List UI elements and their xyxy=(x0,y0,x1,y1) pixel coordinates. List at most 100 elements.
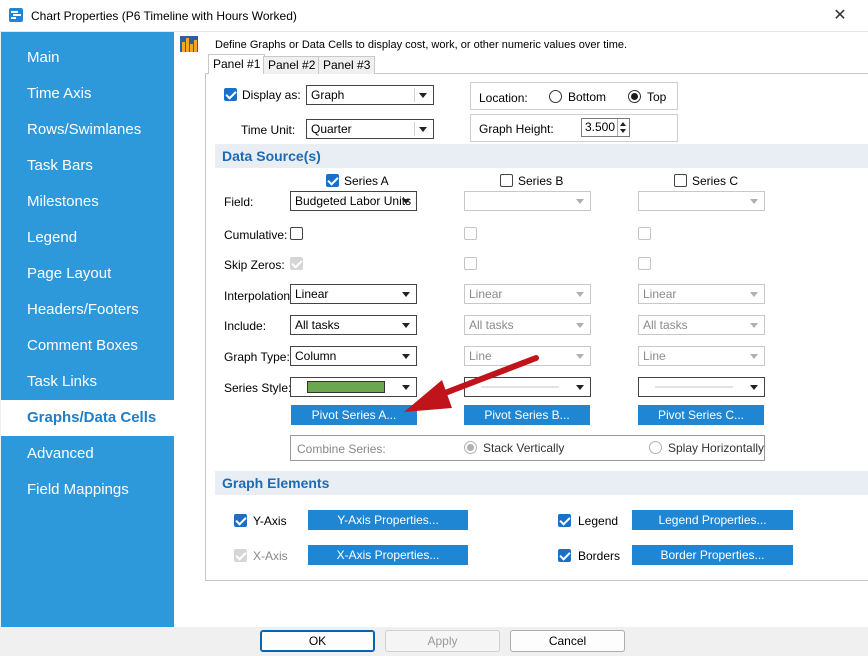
x-axis-properties-button[interactable]: X-Axis Properties... xyxy=(308,545,468,565)
series-c-field-select[interactable] xyxy=(638,191,765,211)
sidebar-item-main[interactable]: Main xyxy=(1,40,174,76)
chevron-down-icon xyxy=(576,323,584,328)
series-a-cumulative-checkbox[interactable] xyxy=(290,227,303,240)
location-bottom-radio[interactable] xyxy=(549,90,562,103)
spin-up-icon[interactable] xyxy=(620,122,626,126)
series-c-interpolation-select[interactable]: Linear xyxy=(638,284,765,304)
series-c-cumulative-checkbox[interactable] xyxy=(638,227,651,240)
sidebar-item-task-links[interactable]: Task Links xyxy=(1,364,174,400)
borders-label: Borders xyxy=(578,549,621,563)
location-top-radio[interactable] xyxy=(628,90,641,103)
y-axis-label: Y-Axis xyxy=(253,514,287,528)
x-axis-checkbox[interactable] xyxy=(234,549,247,562)
description-text: Define Graphs or Data Cells to display c… xyxy=(215,39,628,51)
series-a-graph-type-select[interactable]: Column xyxy=(290,346,417,366)
legend-label: Legend xyxy=(578,514,619,528)
display-as-label: Display as: xyxy=(242,88,301,102)
sidebar-item-task-bars[interactable]: Task Bars xyxy=(1,148,174,184)
chevron-down-icon xyxy=(402,323,410,328)
series-c-include-select[interactable]: All tasks xyxy=(638,315,765,335)
chevron-down-icon xyxy=(402,385,410,390)
series-b-checkbox[interactable] xyxy=(500,174,513,187)
sidebar-item-field-mappings[interactable]: Field Mappings xyxy=(1,472,174,508)
combine-series-label: Combine Series: xyxy=(297,442,386,456)
cancel-button[interactable]: Cancel xyxy=(510,630,625,652)
sidebar-item-legend[interactable]: Legend xyxy=(1,220,174,256)
pivot-series-b-button[interactable]: Pivot Series B... xyxy=(464,405,590,425)
border-properties-button[interactable]: Border Properties... xyxy=(632,545,793,565)
graph-height-spinner[interactable]: 3.500 xyxy=(581,118,630,137)
x-axis-label: X-Axis xyxy=(253,549,288,563)
chevron-down-icon xyxy=(419,93,427,98)
series-a-include-select[interactable]: All tasks xyxy=(290,315,417,335)
chevron-down-icon xyxy=(750,354,758,359)
series-a-interpolation-select[interactable]: Linear xyxy=(290,284,417,304)
sidebar: Main Time Axis Rows/Swimlanes Task Bars … xyxy=(1,32,174,627)
apply-button[interactable]: Apply xyxy=(385,630,500,652)
sidebar-item-headers-footers[interactable]: Headers/Footers xyxy=(1,292,174,328)
series-b-graph-type-select[interactable]: Line xyxy=(464,346,591,366)
legend-checkbox[interactable] xyxy=(558,514,571,527)
series-a-field-select[interactable]: Budgeted Labor Units xyxy=(290,191,417,211)
splay-horizontally-radio[interactable] xyxy=(649,441,662,454)
series-a-skip-zeros-checkbox[interactable] xyxy=(290,257,303,270)
interpolation-label: Interpolation: xyxy=(224,289,294,303)
chevron-down-icon xyxy=(750,292,758,297)
splay-horizontally-label: Splay Horizontally xyxy=(668,441,765,455)
pivot-series-a-button[interactable]: Pivot Series A... xyxy=(291,405,417,425)
tab-panel-3[interactable]: Panel #3 xyxy=(318,56,376,74)
sidebar-item-comment-boxes[interactable]: Comment Boxes xyxy=(1,328,174,364)
series-c-graph-type-select[interactable]: Line xyxy=(638,346,765,366)
chevron-down-icon xyxy=(576,385,584,390)
series-a-style-select[interactable] xyxy=(290,377,417,397)
series-b-interpolation-select[interactable]: Linear xyxy=(464,284,591,304)
sidebar-item-page-layout[interactable]: Page Layout xyxy=(1,256,174,292)
pivot-series-c-button[interactable]: Pivot Series C... xyxy=(638,405,764,425)
series-style-label: Series Style: xyxy=(224,381,292,395)
y-axis-checkbox[interactable] xyxy=(234,514,247,527)
graph-type-label: Graph Type: xyxy=(224,350,290,364)
tab-panel-2[interactable]: Panel #2 xyxy=(263,56,321,74)
series-a-checkbox[interactable] xyxy=(326,174,339,187)
series-b-include-select[interactable]: All tasks xyxy=(464,315,591,335)
location-bottom-label: Bottom xyxy=(568,90,607,104)
time-unit-select[interactable]: Quarter xyxy=(306,119,434,139)
chevron-down-icon xyxy=(750,323,758,328)
sidebar-item-graphs-data-cells[interactable]: Graphs/Data Cells xyxy=(1,400,174,436)
chevron-down-icon xyxy=(419,127,427,132)
legend-properties-button[interactable]: Legend Properties... xyxy=(632,510,793,530)
display-as-checkbox[interactable] xyxy=(224,88,237,101)
close-icon[interactable]: ✕ xyxy=(828,4,852,28)
series-b-cumulative-checkbox[interactable] xyxy=(464,227,477,240)
stack-vertically-radio[interactable] xyxy=(464,441,477,454)
include-label: Include: xyxy=(224,319,267,333)
series-b-skip-zeros-checkbox[interactable] xyxy=(464,257,477,270)
series-c-skip-zeros-checkbox[interactable] xyxy=(638,257,651,270)
chevron-down-icon xyxy=(576,199,584,204)
chevron-down-icon xyxy=(576,354,584,359)
sidebar-item-milestones[interactable]: Milestones xyxy=(1,184,174,220)
tab-panel-1[interactable]: Panel #1 xyxy=(208,54,266,74)
series-b-field-select[interactable] xyxy=(464,191,591,211)
sidebar-item-advanced[interactable]: Advanced xyxy=(1,436,174,472)
bar-chart-icon xyxy=(180,36,198,52)
series-c-style-select[interactable] xyxy=(638,377,765,397)
graph-height-label: Graph Height: xyxy=(479,122,554,136)
series-a-label: Series A xyxy=(344,174,389,188)
series-b-label: Series B xyxy=(518,174,564,188)
display-as-select[interactable]: Graph xyxy=(306,85,434,105)
y-axis-properties-button[interactable]: Y-Axis Properties... xyxy=(308,510,468,530)
chevron-down-icon xyxy=(750,199,758,204)
series-c-style-swatch xyxy=(655,386,733,388)
sidebar-item-time-axis[interactable]: Time Axis xyxy=(1,76,174,112)
spin-down-icon[interactable] xyxy=(620,129,626,133)
sidebar-item-rows-swimlanes[interactable]: Rows/Swimlanes xyxy=(1,112,174,148)
borders-checkbox[interactable] xyxy=(558,549,571,562)
chevron-down-icon xyxy=(402,292,410,297)
series-a-style-swatch xyxy=(307,381,385,393)
ok-button[interactable]: OK xyxy=(260,630,375,652)
series-c-checkbox[interactable] xyxy=(674,174,687,187)
time-unit-label: Time Unit: xyxy=(241,123,296,137)
series-b-style-select[interactable] xyxy=(464,377,591,397)
app-icon xyxy=(9,8,23,22)
